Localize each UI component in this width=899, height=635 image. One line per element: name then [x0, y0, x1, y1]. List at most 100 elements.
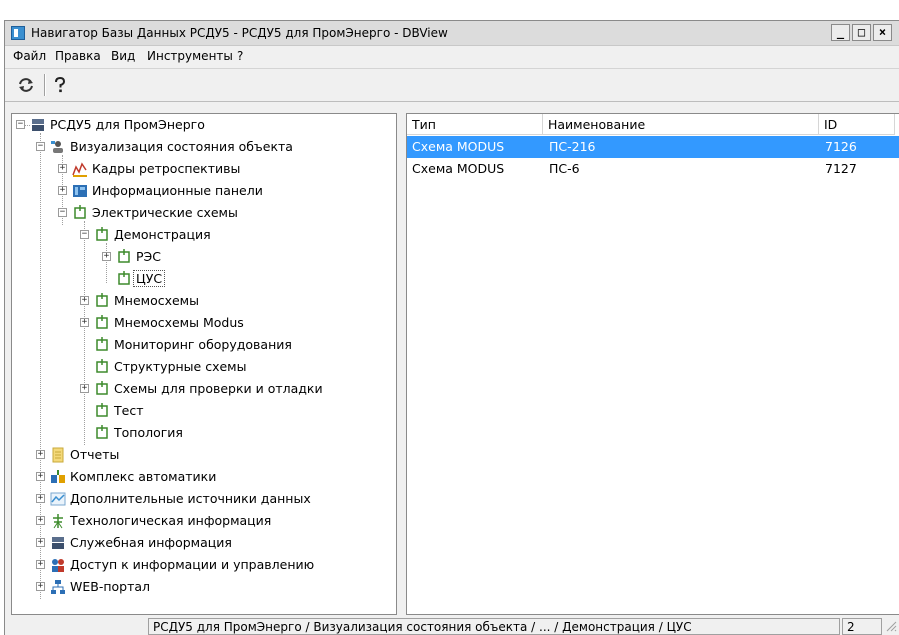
- refresh-button[interactable]: [15, 74, 37, 96]
- expand-icon[interactable]: +: [102, 252, 111, 261]
- expand-icon[interactable]: +: [80, 296, 89, 305]
- objects-list[interactable]: Тип Наименование ID Схема MODUS ПС-216 7…: [406, 113, 899, 615]
- expand-icon[interactable]: +: [36, 516, 45, 525]
- tree-item-label: Отчеты: [70, 447, 120, 462]
- tree-item-monitoring[interactable]: Мониторинг оборудования: [12, 334, 392, 356]
- collapse-icon[interactable]: −: [16, 120, 25, 129]
- menu-view[interactable]: Вид: [111, 49, 135, 63]
- app-icon: [11, 26, 25, 40]
- tree-item-cus[interactable]: ЦУС: [12, 268, 392, 290]
- expand-icon[interactable]: +: [36, 472, 45, 481]
- tree-item-extra-sources[interactable]: + Дополнительные источники данных: [12, 488, 392, 510]
- collapse-icon[interactable]: −: [80, 230, 89, 239]
- tree-item-mnemo[interactable]: + Мнемосхемы: [12, 290, 392, 312]
- tree-item-label: Мнемосхемы: [114, 293, 199, 308]
- tree-item-label: РЭС: [136, 249, 161, 264]
- tree-item-test[interactable]: Тест: [12, 400, 392, 422]
- tree-item-check[interactable]: + Схемы для проверки и отладки: [12, 378, 392, 400]
- expand-icon[interactable]: +: [36, 560, 45, 569]
- tree-item-label: Служебная информация: [70, 535, 232, 550]
- collapse-icon[interactable]: −: [36, 142, 45, 151]
- scheme-icon: [94, 381, 110, 397]
- scheme-icon: [94, 337, 110, 353]
- navigation-tree[interactable]: − РСДУ5 для ПромЭнерго − Визуализация со…: [11, 113, 397, 615]
- table-row[interactable]: Схема MODUS ПС-6 7127: [407, 158, 899, 180]
- cell-id: 7127: [825, 161, 857, 176]
- maximize-button[interactable]: □: [852, 24, 871, 41]
- tree-item-label: Технологическая информация: [70, 513, 272, 528]
- monitor-person-icon: [50, 139, 66, 155]
- tree-item-label: WEB-портал: [70, 579, 151, 594]
- tree-item-service-info[interactable]: + Служебная информация: [12, 532, 392, 554]
- data-source-icon: [50, 491, 66, 507]
- menu-tools[interactable]: Инструменты: [147, 49, 233, 63]
- tree-item-label: Информационные панели: [92, 183, 263, 198]
- resize-grip-icon[interactable]: [885, 620, 897, 632]
- tree-item-label: Мониторинг оборудования: [114, 337, 292, 352]
- cell-name: ПС-6: [549, 161, 580, 176]
- column-header-name[interactable]: Наименование: [543, 114, 819, 135]
- tree-item-label: Электрические схемы: [92, 205, 238, 220]
- scheme-icon: [94, 293, 110, 309]
- collapse-icon[interactable]: −: [58, 208, 67, 217]
- tree-item-res[interactable]: + РЭС: [12, 246, 392, 268]
- close-button[interactable]: ×: [873, 24, 892, 41]
- tree-item-label: Мнемосхемы Modus: [114, 315, 244, 330]
- tree-item-label: Визуализация состояния объекта: [70, 139, 293, 154]
- menu-edit[interactable]: Правка: [55, 49, 101, 63]
- tree-item-label: Тест: [114, 403, 144, 418]
- tree-item-label: Демонстрация: [114, 227, 211, 242]
- tree-item-topology[interactable]: Топология: [12, 422, 392, 444]
- app-window: Навигатор Базы Данных РСДУ5 - РСДУ5 для …: [4, 20, 899, 635]
- status-path: РСДУ5 для ПромЭнерго / Визуализация сост…: [148, 618, 840, 635]
- expand-icon[interactable]: +: [36, 494, 45, 503]
- toolbar-separator: [44, 74, 46, 96]
- status-bar: РСДУ5 для ПромЭнерго / Визуализация сост…: [5, 617, 899, 635]
- help-button[interactable]: [49, 74, 71, 96]
- title-bar[interactable]: Навигатор Базы Данных РСДУ5 - РСДУ5 для …: [5, 21, 899, 46]
- tree-item-automation[interactable]: + Комплекс автоматики: [12, 466, 392, 488]
- expand-icon[interactable]: +: [58, 164, 67, 173]
- expand-icon[interactable]: +: [36, 538, 45, 547]
- expand-icon[interactable]: +: [36, 450, 45, 459]
- tree-item-label: Дополнительные источники данных: [70, 491, 311, 506]
- tree-item-info-panels[interactable]: + Информационные панели: [12, 180, 392, 202]
- tree-item-label: Топология: [114, 425, 183, 440]
- tree-item-reports[interactable]: + Отчеты: [12, 444, 392, 466]
- tree-item-label: Структурные схемы: [114, 359, 247, 374]
- tree-item-label: Комплекс автоматики: [70, 469, 217, 484]
- tree-item-label: РСДУ5 для ПромЭнерго: [50, 117, 205, 132]
- table-row[interactable]: Схема MODUS ПС-216 7126: [407, 136, 899, 158]
- column-header-type[interactable]: Тип: [407, 114, 543, 135]
- scheme-icon: [72, 205, 88, 221]
- tree-item-el-schemes[interactable]: − Электрические схемы: [12, 202, 392, 224]
- tree-item-web[interactable]: + WEB-портал: [12, 576, 392, 598]
- database-icon: [50, 535, 66, 551]
- expand-icon[interactable]: +: [80, 318, 89, 327]
- tree-item-label: ЦУС: [132, 270, 166, 287]
- tree-item-access[interactable]: + Доступ к информации и управлению: [12, 554, 392, 576]
- chart-icon: [72, 161, 88, 177]
- minimize-button[interactable]: _: [831, 24, 850, 41]
- menu-help[interactable]: ?: [237, 49, 243, 63]
- tree-item-root[interactable]: − РСДУ5 для ПромЭнерго: [12, 114, 392, 136]
- tree-item-visualization[interactable]: − Визуализация состояния объекта: [12, 136, 392, 158]
- tree-item-mnemo-modus[interactable]: + Мнемосхемы Modus: [12, 312, 392, 334]
- tree-item-retro[interactable]: + Кадры ретроспективы: [12, 158, 392, 180]
- scheme-icon: [94, 425, 110, 441]
- column-header-id[interactable]: ID: [819, 114, 895, 135]
- expand-icon[interactable]: +: [58, 186, 67, 195]
- scheme-icon: [94, 359, 110, 375]
- tree-item-struct[interactable]: Структурные схемы: [12, 356, 392, 378]
- menu-file[interactable]: Файл: [13, 49, 46, 63]
- tree-item-demo[interactable]: − Демонстрация: [12, 224, 392, 246]
- cell-name: ПС-216: [549, 139, 596, 154]
- cell-id: 7126: [825, 139, 857, 154]
- scheme-icon: [116, 249, 132, 265]
- expand-icon[interactable]: +: [36, 582, 45, 591]
- tree-item-label: Доступ к информации и управлению: [70, 557, 315, 572]
- toolbar: [5, 68, 899, 102]
- tree-item-tech-info[interactable]: + Технологическая информация: [12, 510, 392, 532]
- expand-icon[interactable]: +: [80, 384, 89, 393]
- help-icon: [55, 76, 66, 93]
